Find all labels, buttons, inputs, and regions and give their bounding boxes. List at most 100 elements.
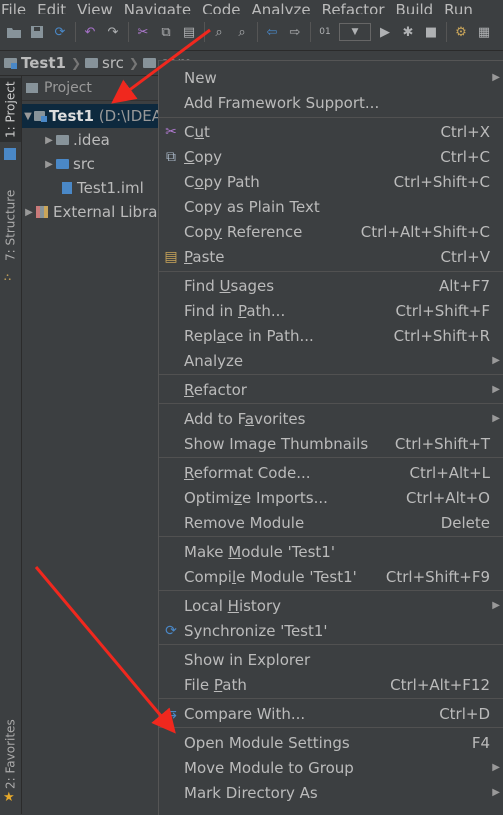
menu-refactor[interactable]: Refactor <box>322 3 385 15</box>
menu-item-replace-in-path[interactable]: Replace in Path... Ctrl+Shift+R <box>159 323 503 348</box>
toolbar-separator <box>75 22 76 42</box>
menu-item-make-module[interactable]: Make Module 'Test1' <box>159 539 503 564</box>
menu-item-analyze[interactable]: Analyze ▶ <box>159 348 503 373</box>
breadcrumb-project[interactable]: Test1 ❯ <box>4 54 81 72</box>
compare-icon: ⇆ <box>165 705 177 722</box>
menu-item-copy-reference[interactable]: Copy Reference Ctrl+Alt+Shift+C <box>159 219 503 244</box>
open-icon[interactable] <box>5 23 23 41</box>
menu-analyze[interactable]: Analyze <box>251 3 310 15</box>
menu-separator <box>159 457 503 458</box>
source-folder-icon <box>56 159 69 169</box>
build-icon[interactable]: 01 <box>316 23 334 41</box>
debug-icon[interactable]: ✱ <box>399 23 417 41</box>
breadcrumb-src[interactable]: src ❯ <box>85 54 139 72</box>
tab-favorites[interactable]: 2: Favorites <box>0 714 21 794</box>
folder-icon <box>85 58 99 68</box>
scissors-icon: ✂ <box>165 123 177 140</box>
submenu-arrow-icon: ▶ <box>492 72 500 83</box>
submenu-arrow-icon: ▶ <box>492 355 500 366</box>
sync-icon[interactable]: ⟳ <box>51 23 69 41</box>
toolbar-separator <box>128 22 129 42</box>
menu-item-show-in-explorer[interactable]: Show in Explorer <box>159 647 503 672</box>
menu-item-compare-with[interactable]: ⇆ Compare With... Ctrl+D <box>159 701 503 726</box>
tree-item-external-libraries[interactable]: ▶ External Libra <box>22 200 157 224</box>
menu-item-refactor[interactable]: Refactor ▶ <box>159 377 503 402</box>
menu-edit[interactable]: Edit <box>37 3 66 15</box>
menu-code[interactable]: Code <box>202 3 240 15</box>
menu-item-mark-directory-as[interactable]: Mark Directory As ▶ <box>159 780 503 805</box>
collapsed-icon[interactable]: ▶ <box>42 159 56 170</box>
context-menu: New ▶ Add Framework Support... ✂ Cut Ctrl+X… <box>158 60 503 815</box>
tree-root-test1[interactable]: ▼ Test1 (D:\IDEA <box>22 104 162 128</box>
menu-build[interactable]: Build <box>396 3 434 15</box>
menu-separator <box>159 698 503 699</box>
menu-item-find-usages[interactable]: Find Usages Alt+F7 <box>159 273 503 298</box>
menu-item-optimize-imports[interactable]: Optimize Imports... Ctrl+Alt+O <box>159 485 503 510</box>
library-icon <box>36 206 48 218</box>
menu-item-find-in-path[interactable]: Find in Path... Ctrl+Shift+F <box>159 298 503 323</box>
tab-structure[interactable]: 7: Structure <box>0 182 21 268</box>
menu-separator <box>159 644 503 645</box>
main-menu-bar: File Edit View Navigate Code Analyze Refactor B… <box>0 0 503 14</box>
project-view-selector[interactable]: Project <box>44 80 92 96</box>
stop-icon[interactable]: ■ <box>422 23 440 41</box>
run-config-icon[interactable]: ▼ <box>339 23 371 41</box>
structure-icon[interactable]: ▦ <box>475 23 493 41</box>
menu-item-move-module-to-group[interactable]: Move Module to Group ▶ <box>159 755 503 780</box>
menu-item-copy-path[interactable]: Copy Path Ctrl+Shift+C <box>159 169 503 194</box>
cut-icon[interactable]: ✂ <box>134 23 152 41</box>
module-folder-icon <box>4 58 17 69</box>
menu-item-synchronize[interactable]: ⟳ Synchronize 'Test1' <box>159 618 503 643</box>
breadcrumb-separator: ❯ <box>70 56 82 70</box>
main-toolbar: ⟳ ↶ ↷ ✂ ⧉ ▤ ⌕ ⌕ ⇦ ⇨ 01 ▼ ▶ ✱ ■ ⚙ ▦ <box>0 14 503 51</box>
forward-icon[interactable]: ⇨ <box>286 23 304 41</box>
menu-item-reformat-code[interactable]: Reformat Code... Ctrl+Alt+L <box>159 460 503 485</box>
menu-item-remove-module[interactable]: Remove Module Delete <box>159 510 503 535</box>
menu-view[interactable]: View <box>77 3 113 15</box>
menu-separator <box>159 590 503 591</box>
menu-navigate[interactable]: Navigate <box>124 3 191 15</box>
tree-item-src[interactable]: ▶ src <box>42 152 95 176</box>
undo-icon[interactable]: ↶ <box>81 23 99 41</box>
back-icon[interactable]: ⇦ <box>263 23 281 41</box>
menu-item-compile-module[interactable]: Compile Module 'Test1' Ctrl+Shift+F9 <box>159 564 503 589</box>
menu-item-add-to-favorites[interactable]: Add to Favorites ▶ <box>159 406 503 431</box>
project-panel-header: Project <box>22 76 162 101</box>
tree-item-idea[interactable]: ▶ .idea <box>42 128 110 152</box>
menu-item-open-module-settings[interactable]: Open Module Settings F4 <box>159 730 503 755</box>
menu-separator <box>159 536 503 537</box>
menu-separator <box>159 374 503 375</box>
menu-item-file-path[interactable]: File Path Ctrl+Alt+F12 <box>159 672 503 697</box>
tab-project[interactable]: 1: Project <box>0 78 21 142</box>
find-icon[interactable]: ⌕ <box>210 23 228 41</box>
copy-icon[interactable]: ⧉ <box>157 23 175 41</box>
menu-item-copy-plain-text[interactable]: Copy as Plain Text <box>159 194 503 219</box>
menu-item-paste[interactable]: ▤ Paste Ctrl+V <box>159 244 503 269</box>
folder-icon <box>142 58 156 68</box>
replace-icon[interactable]: ⌕ <box>233 23 251 41</box>
collapsed-icon[interactable]: ▶ <box>22 207 36 218</box>
menu-file[interactable]: File <box>1 3 26 15</box>
run-icon[interactable]: ▶ <box>376 23 394 41</box>
sdk-icon[interactable]: ⚙ <box>452 23 470 41</box>
menu-item-copy[interactable]: ⧉ Copy Ctrl+C <box>159 144 503 169</box>
menu-item-show-image-thumbnails[interactable]: Show Image Thumbnails Ctrl+Shift+T <box>159 431 503 456</box>
save-icon[interactable] <box>28 23 46 41</box>
menu-run[interactable]: Run <box>444 3 473 15</box>
menu-item-add-framework[interactable]: Add Framework Support... <box>159 90 503 115</box>
submenu-arrow-icon: ▶ <box>492 762 500 773</box>
tree-item-iml[interactable]: Test1.iml <box>62 176 144 200</box>
menu-item-new[interactable]: New ▶ <box>159 65 503 90</box>
paste-icon: ▤ <box>164 248 178 265</box>
paste-icon[interactable]: ▤ <box>180 23 198 41</box>
submenu-arrow-icon: ▶ <box>492 413 500 424</box>
redo-icon[interactable]: ↷ <box>104 23 122 41</box>
collapsed-icon[interactable]: ▶ <box>42 135 56 146</box>
folder-icon <box>56 135 69 145</box>
menu-separator <box>159 117 503 118</box>
menu-item-local-history[interactable]: Local History ▶ <box>159 593 503 618</box>
menu-item-cut[interactable]: ✂ Cut Ctrl+X <box>159 119 503 144</box>
breadcrumb-separator: ❯ <box>128 56 139 70</box>
iml-file-icon <box>62 182 72 194</box>
expand-icon[interactable]: ▼ <box>22 111 34 122</box>
